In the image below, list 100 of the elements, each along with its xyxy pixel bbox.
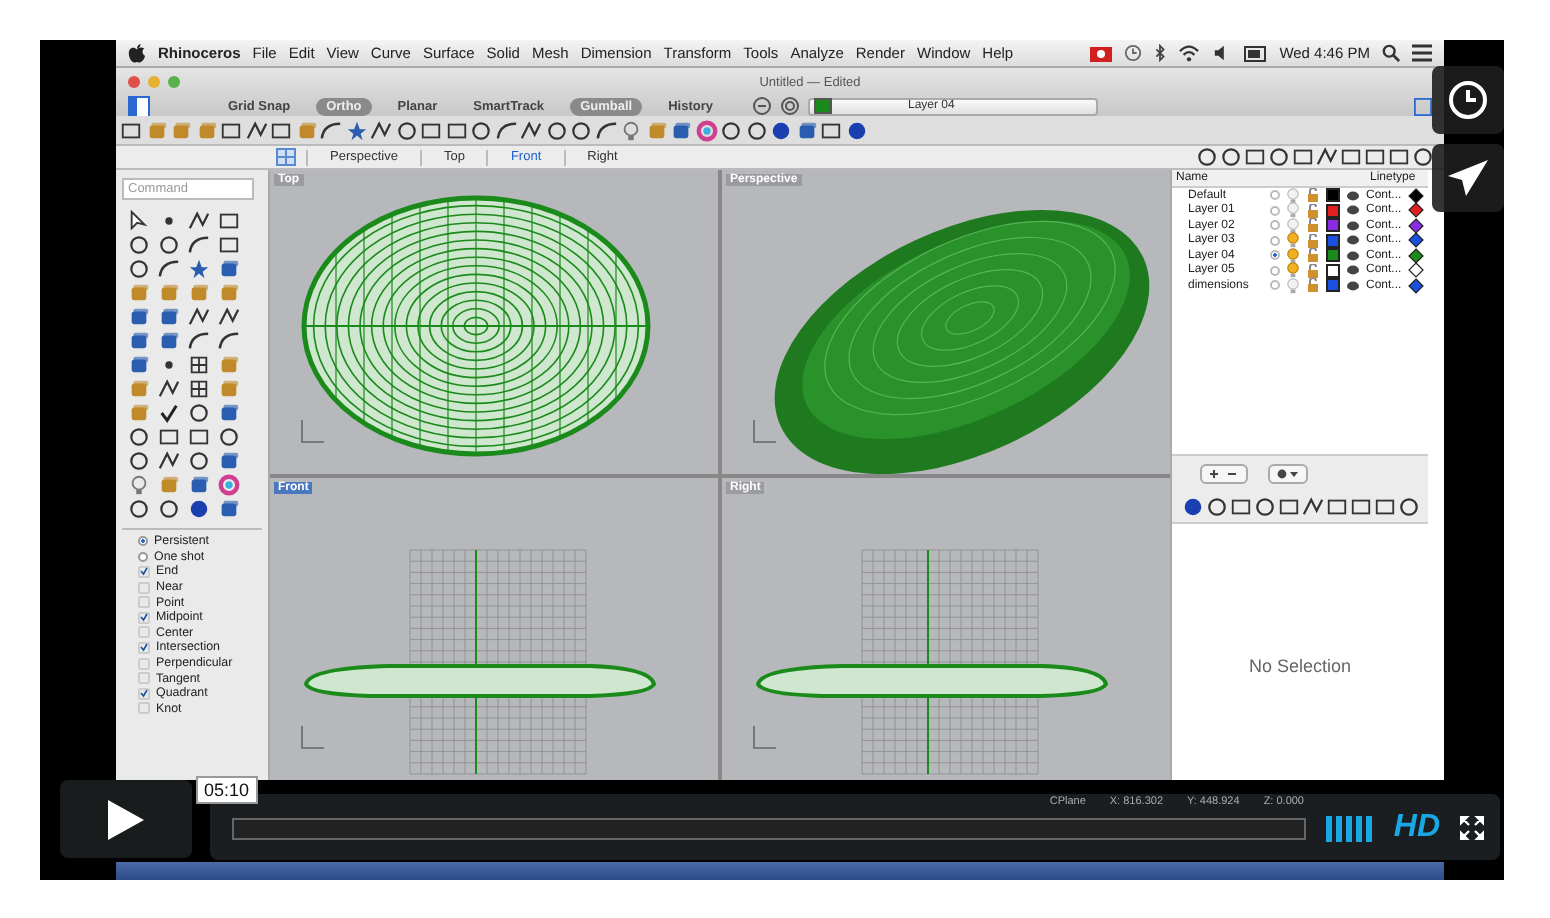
- tool-icon[interactable]: [128, 498, 150, 520]
- toolbar-icon[interactable]: [820, 119, 842, 141]
- toolbar-icon[interactable]: [345, 119, 367, 141]
- panel-tab-icon[interactable]: [1195, 146, 1217, 168]
- toolbar-icon[interactable]: [795, 119, 817, 141]
- volume-bars-icon[interactable]: [1325, 815, 1374, 841]
- properties-tab-icon[interactable]: [1325, 495, 1347, 517]
- camera-icon[interactable]: [1089, 44, 1112, 62]
- current-layer-radio[interactable]: [1270, 190, 1280, 201]
- properties-tab-icon[interactable]: [1349, 495, 1371, 517]
- toolbar-icon[interactable]: [495, 119, 517, 141]
- panel-tab-icon[interactable]: [1339, 146, 1361, 168]
- wifi-icon[interactable]: [1177, 44, 1200, 62]
- padlock-icon[interactable]: [1306, 278, 1320, 293]
- tool-icon[interactable]: [218, 426, 240, 448]
- tool-icon[interactable]: [188, 354, 210, 376]
- tool-icon[interactable]: [188, 306, 210, 328]
- toolbar-icon[interactable]: [320, 119, 342, 141]
- tool-icon[interactable]: [158, 234, 180, 256]
- current-layer-radio[interactable]: [1270, 205, 1280, 216]
- tool-icon[interactable]: [188, 234, 210, 256]
- watch-later-button[interactable]: [1432, 66, 1504, 134]
- tool-icon[interactable]: [128, 426, 150, 448]
- toolbar-icon[interactable]: [120, 119, 142, 141]
- checkbox[interactable]: [138, 565, 150, 578]
- tool-icon[interactable]: [158, 450, 180, 472]
- properties-tab-icon[interactable]: [1253, 495, 1275, 517]
- toolbar-icon[interactable]: [520, 119, 542, 141]
- padlock-icon[interactable]: [1306, 188, 1320, 203]
- tool-icon[interactable]: [158, 498, 180, 520]
- toolbar-icon[interactable]: [570, 119, 592, 141]
- tool-icon[interactable]: [128, 450, 150, 472]
- clock-icon[interactable]: [1123, 44, 1142, 62]
- panel-tab-icon[interactable]: [1267, 146, 1289, 168]
- toolbar-icon[interactable]: [370, 119, 392, 141]
- current-layer-radio[interactable]: [1270, 265, 1280, 276]
- layer-color-swatch[interactable]: [1328, 190, 1338, 201]
- checkbox[interactable]: [138, 687, 150, 700]
- toolbar-icon[interactable]: [720, 119, 742, 141]
- padlock-icon[interactable]: [1306, 218, 1320, 233]
- current-layer-radio[interactable]: [1270, 220, 1280, 231]
- panel-tab-icon[interactable]: [1363, 146, 1385, 168]
- panel-toggle-icon[interactable]: [1414, 97, 1432, 115]
- padlock-icon[interactable]: [1306, 248, 1320, 263]
- toolbar-icon[interactable]: [420, 119, 442, 141]
- checkbox[interactable]: [138, 641, 150, 654]
- play-button[interactable]: [60, 780, 192, 858]
- panel-tab-icon[interactable]: [1291, 146, 1313, 168]
- toolbar-icon[interactable]: [470, 119, 492, 141]
- options-menu-button[interactable]: [1268, 463, 1308, 483]
- tool-icon[interactable]: [128, 234, 150, 256]
- tool-icon[interactable]: [158, 378, 180, 400]
- tool-icon[interactable]: [188, 426, 210, 448]
- bulb-icon[interactable]: [1286, 262, 1300, 279]
- current-layer-radio[interactable]: [1270, 235, 1280, 246]
- properties-tab-icon[interactable]: [1301, 495, 1323, 517]
- properties-tab-icon[interactable]: [1205, 495, 1227, 517]
- tool-icon[interactable]: [188, 210, 210, 232]
- current-layer-radio[interactable]: [1270, 280, 1280, 291]
- panel-tab-icon[interactable]: [1243, 146, 1265, 168]
- layer-color-swatch[interactable]: [1328, 205, 1338, 216]
- toolbar-icon[interactable]: [845, 119, 867, 141]
- close-light[interactable]: [128, 76, 140, 88]
- bulb-icon[interactable]: [1286, 217, 1300, 234]
- properties-tab-icon[interactable]: [1397, 495, 1419, 517]
- toolbar-icon[interactable]: [220, 119, 242, 141]
- current-layer-radio[interactable]: [1270, 250, 1280, 261]
- properties-tab-icon[interactable]: [1373, 495, 1395, 517]
- tool-icon[interactable]: [218, 330, 240, 352]
- tool-icon[interactable]: [128, 258, 150, 280]
- layer-color-swatch[interactable]: [1328, 235, 1338, 246]
- toolbar-icon[interactable]: [745, 119, 767, 141]
- layer-color-swatch[interactable]: [1328, 280, 1338, 291]
- toolbar-icon[interactable]: [595, 119, 617, 141]
- list-icon[interactable]: [1412, 44, 1432, 62]
- search-icon[interactable]: [1382, 44, 1400, 62]
- bulb-icon[interactable]: [1286, 247, 1300, 264]
- checkbox[interactable]: [138, 611, 150, 624]
- progress-track[interactable]: [232, 817, 1306, 839]
- padlock-icon[interactable]: [1306, 203, 1320, 218]
- layer-color-swatch[interactable]: [1328, 220, 1338, 231]
- tool-icon[interactable]: [188, 330, 210, 352]
- fullscreen-icon[interactable]: [1460, 816, 1484, 840]
- toolbar-icon[interactable]: [270, 119, 292, 141]
- padlock-icon[interactable]: [1306, 233, 1320, 248]
- tool-icon[interactable]: [188, 378, 210, 400]
- layer-color-swatch[interactable]: [1328, 250, 1338, 261]
- padlock-icon[interactable]: [1306, 263, 1320, 278]
- tool-icon[interactable]: [218, 210, 240, 232]
- bluetooth-icon[interactable]: [1153, 44, 1166, 62]
- tool-icon[interactable]: [158, 426, 180, 448]
- bulb-icon[interactable]: [1286, 232, 1300, 249]
- tool-icon[interactable]: [128, 210, 150, 232]
- toolbar-icon[interactable]: [670, 119, 692, 141]
- target-icon[interactable]: [780, 96, 800, 116]
- tool-icon[interactable]: [188, 498, 210, 520]
- properties-tab-icon[interactable]: [1277, 495, 1299, 517]
- panel-tab-icon[interactable]: [1219, 146, 1241, 168]
- layer-color-swatch[interactable]: [1328, 265, 1338, 276]
- apple-logo-icon[interactable]: [128, 43, 146, 63]
